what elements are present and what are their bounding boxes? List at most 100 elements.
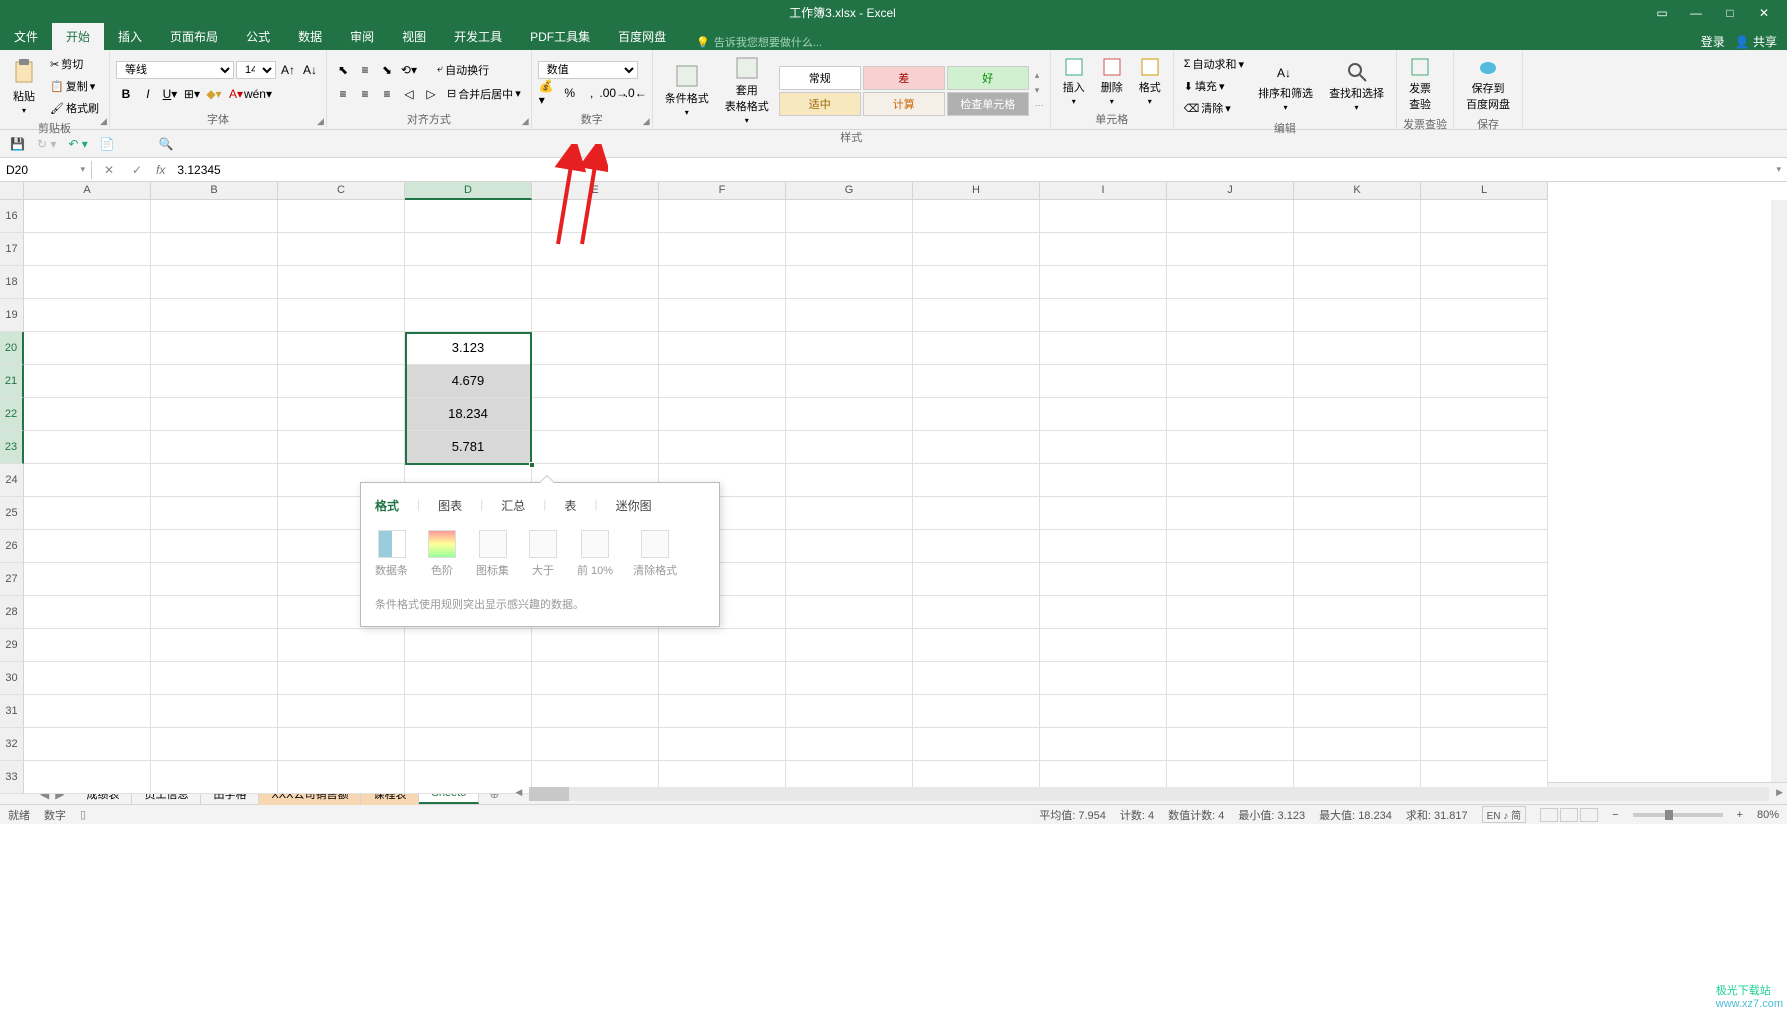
close-icon[interactable]: ✕ bbox=[1749, 3, 1779, 23]
cell-L30[interactable] bbox=[1421, 662, 1548, 695]
gallery-more-icon[interactable]: ⋯ bbox=[1035, 100, 1044, 111]
cell-D18[interactable] bbox=[405, 266, 532, 299]
zoom-in-icon[interactable]: + bbox=[1737, 809, 1743, 821]
cell-L20[interactable] bbox=[1421, 332, 1548, 365]
find-select-button[interactable]: 查找和选择▾ bbox=[1323, 59, 1390, 114]
cell-A32[interactable] bbox=[24, 728, 151, 761]
cell-K29[interactable] bbox=[1294, 629, 1421, 662]
cell-K32[interactable] bbox=[1294, 728, 1421, 761]
cell-I23[interactable] bbox=[1040, 431, 1167, 464]
cell-J29[interactable] bbox=[1167, 629, 1294, 662]
tab-home[interactable]: 开始 bbox=[52, 23, 104, 50]
cell-A25[interactable] bbox=[24, 497, 151, 530]
row-header-17[interactable]: 17 bbox=[0, 233, 24, 266]
table-format-button[interactable]: 套用 表格格式▾ bbox=[719, 54, 775, 127]
cell-E29[interactable] bbox=[532, 629, 659, 662]
phonetic-icon[interactable]: wén▾ bbox=[248, 84, 268, 104]
cell-C32[interactable] bbox=[278, 728, 405, 761]
cell-G31[interactable] bbox=[786, 695, 913, 728]
minimize-icon[interactable]: — bbox=[1681, 3, 1711, 23]
cell-C20[interactable] bbox=[278, 332, 405, 365]
cell-H23[interactable] bbox=[913, 431, 1040, 464]
tab-view[interactable]: 视图 bbox=[388, 23, 440, 50]
cell-A33[interactable] bbox=[24, 761, 151, 794]
cell-J22[interactable] bbox=[1167, 398, 1294, 431]
italic-icon[interactable]: I bbox=[138, 84, 158, 104]
increase-font-icon[interactable]: A↑ bbox=[278, 60, 298, 80]
cell-G32[interactable] bbox=[786, 728, 913, 761]
cell-J26[interactable] bbox=[1167, 530, 1294, 563]
align-bottom-icon[interactable]: ⬊ bbox=[377, 60, 397, 80]
cell-D29[interactable] bbox=[405, 629, 532, 662]
cell-B18[interactable] bbox=[151, 266, 278, 299]
cell-D20[interactable]: 3.123 bbox=[405, 332, 532, 365]
cell-F22[interactable] bbox=[659, 398, 786, 431]
cell-G19[interactable] bbox=[786, 299, 913, 332]
increase-indent-icon[interactable]: ▷ bbox=[421, 84, 441, 104]
style-bad[interactable]: 差 bbox=[863, 66, 945, 90]
cell-I20[interactable] bbox=[1040, 332, 1167, 365]
cell-C33[interactable] bbox=[278, 761, 405, 794]
row-header-22[interactable]: 22 bbox=[0, 398, 24, 431]
cell-K30[interactable] bbox=[1294, 662, 1421, 695]
enter-formula-icon[interactable]: ✓ bbox=[128, 163, 146, 177]
cell-G24[interactable] bbox=[786, 464, 913, 497]
row-header-19[interactable]: 19 bbox=[0, 299, 24, 332]
underline-icon[interactable]: U▾ bbox=[160, 84, 180, 104]
cell-C18[interactable] bbox=[278, 266, 405, 299]
cancel-formula-icon[interactable]: ✕ bbox=[100, 163, 118, 177]
cell-F30[interactable] bbox=[659, 662, 786, 695]
cell-L29[interactable] bbox=[1421, 629, 1548, 662]
style-normal[interactable]: 常规 bbox=[779, 66, 861, 90]
align-top-icon[interactable]: ⬉ bbox=[333, 60, 353, 80]
cell-A30[interactable] bbox=[24, 662, 151, 695]
decrease-indent-icon[interactable]: ◁ bbox=[399, 84, 419, 104]
cell-A27[interactable] bbox=[24, 563, 151, 596]
col-header-J[interactable]: J bbox=[1167, 182, 1294, 200]
cell-I17[interactable] bbox=[1040, 233, 1167, 266]
view-pagelayout-icon[interactable] bbox=[1560, 808, 1578, 822]
status-record-icon[interactable]: ▯ bbox=[80, 808, 86, 821]
cell-G17[interactable] bbox=[786, 233, 913, 266]
cell-J16[interactable] bbox=[1167, 200, 1294, 233]
cell-J20[interactable] bbox=[1167, 332, 1294, 365]
fx-icon[interactable]: fx bbox=[156, 163, 165, 177]
cell-K18[interactable] bbox=[1294, 266, 1421, 299]
qa-iconset[interactable]: 图标集 bbox=[476, 530, 509, 578]
row-header-25[interactable]: 25 bbox=[0, 497, 24, 530]
font-launcher-icon[interactable]: ◢ bbox=[317, 116, 324, 127]
col-header-F[interactable]: F bbox=[659, 182, 786, 200]
row-header-31[interactable]: 31 bbox=[0, 695, 24, 728]
cell-H31[interactable] bbox=[913, 695, 1040, 728]
style-calc[interactable]: 计算 bbox=[863, 92, 945, 116]
col-header-I[interactable]: I bbox=[1040, 182, 1167, 200]
cell-L21[interactable] bbox=[1421, 365, 1548, 398]
cell-E21[interactable] bbox=[532, 365, 659, 398]
cell-I31[interactable] bbox=[1040, 695, 1167, 728]
col-header-G[interactable]: G bbox=[786, 182, 913, 200]
qa-tab-table[interactable]: 表 bbox=[564, 497, 576, 517]
cell-B16[interactable] bbox=[151, 200, 278, 233]
row-header-30[interactable]: 30 bbox=[0, 662, 24, 695]
save-icon[interactable]: 💾 bbox=[10, 137, 25, 151]
row-header-18[interactable]: 18 bbox=[0, 266, 24, 299]
redo-icon[interactable]: ↻ ▾ bbox=[37, 137, 56, 151]
number-launcher-icon[interactable]: ◢ bbox=[643, 116, 650, 127]
wrap-text-button[interactable]: ⤶ 自动换行 bbox=[433, 60, 493, 80]
cell-K26[interactable] bbox=[1294, 530, 1421, 563]
cell-L32[interactable] bbox=[1421, 728, 1548, 761]
vertical-scrollbar[interactable] bbox=[1771, 200, 1787, 782]
cell-L25[interactable] bbox=[1421, 497, 1548, 530]
cell-K23[interactable] bbox=[1294, 431, 1421, 464]
lang-indicator[interactable]: EN ♪ 简 bbox=[1482, 806, 1526, 823]
cell-I16[interactable] bbox=[1040, 200, 1167, 233]
ribbon-display-icon[interactable]: ▭ bbox=[1647, 3, 1677, 23]
cell-L27[interactable] bbox=[1421, 563, 1548, 596]
cell-B21[interactable] bbox=[151, 365, 278, 398]
tab-file[interactable]: 文件 bbox=[0, 23, 52, 50]
col-header-D[interactable]: D bbox=[405, 182, 532, 200]
qa-tab-format[interactable]: 格式 bbox=[375, 497, 399, 517]
cell-H25[interactable] bbox=[913, 497, 1040, 530]
cell-I30[interactable] bbox=[1040, 662, 1167, 695]
cell-G28[interactable] bbox=[786, 596, 913, 629]
